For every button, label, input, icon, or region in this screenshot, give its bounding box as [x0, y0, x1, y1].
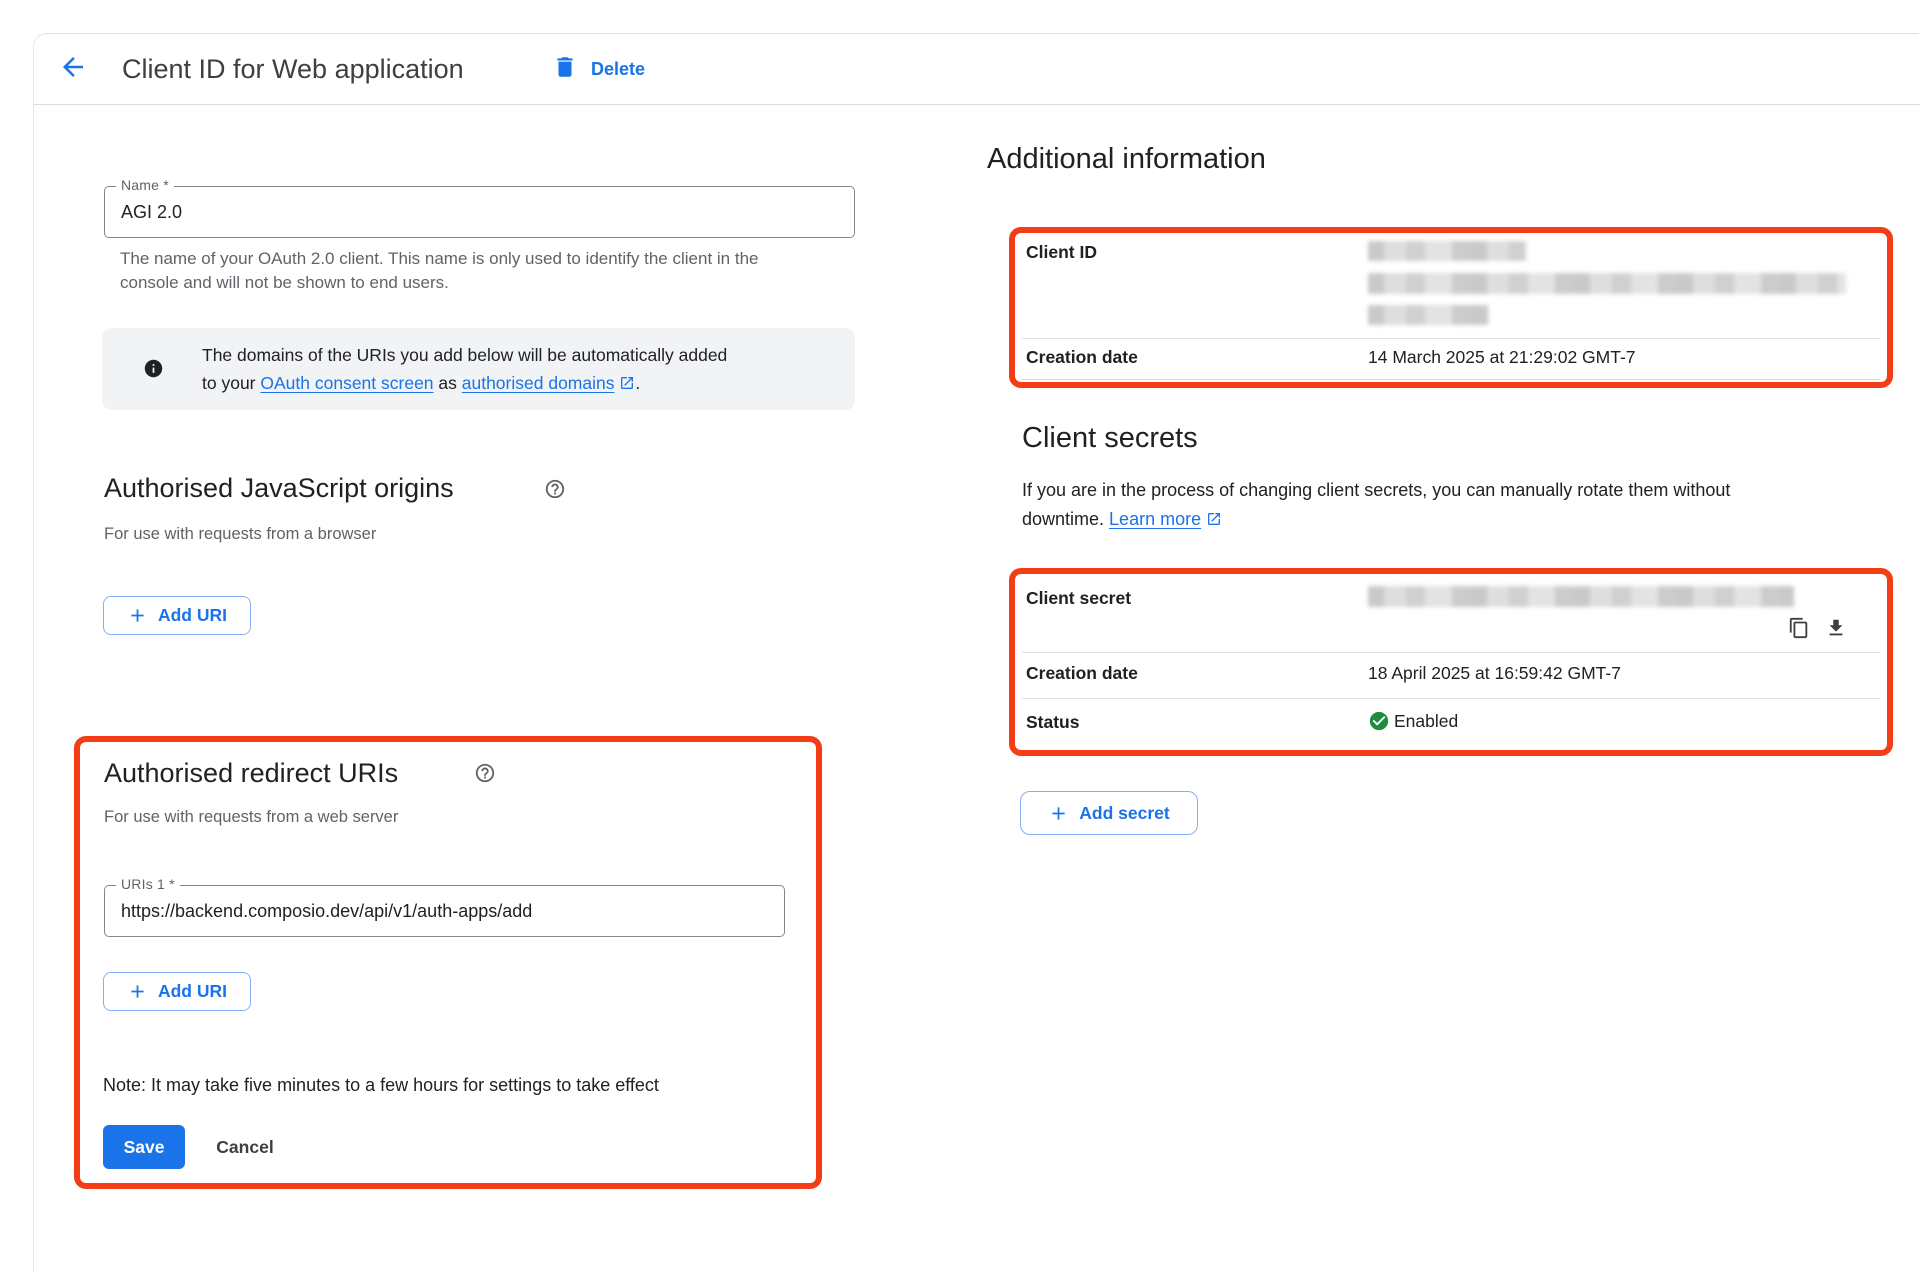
client-id-creation-date-value: 14 March 2025 at 21:29:02 GMT-7 — [1368, 347, 1636, 368]
delete-button-label: Delete — [591, 59, 645, 80]
add-uri-button-label: Add URI — [158, 605, 227, 626]
check-circle-icon — [1368, 710, 1390, 732]
add-secret-button[interactable]: Add secret — [1020, 791, 1198, 835]
settings-note: Note: It may take five minutes to a few … — [103, 1075, 659, 1096]
js-origins-help-icon[interactable] — [544, 478, 566, 505]
page-title: Client ID for Web application — [122, 52, 464, 86]
js-origins-subtitle: For use with requests from a browser — [104, 525, 376, 544]
client-secrets-heading: Client secrets — [1022, 422, 1198, 455]
info-icon — [143, 358, 164, 384]
name-helper-text: The name of your OAuth 2.0 client. This … — [120, 247, 820, 295]
add-uri-button-label: Add URI — [158, 981, 227, 1002]
download-secret-button[interactable] — [1822, 616, 1850, 644]
add-secret-button-label: Add secret — [1079, 803, 1169, 824]
uri-1-field[interactable]: URIs 1 * — [104, 885, 785, 937]
js-origins-heading: Authorised JavaScript origins — [104, 472, 454, 505]
status-value: Enabled — [1394, 711, 1458, 732]
secret-creation-date-value: 18 April 2025 at 16:59:42 GMT-7 — [1368, 663, 1621, 684]
arrow-back-icon — [58, 52, 88, 87]
table-divider — [1022, 652, 1880, 653]
plus-icon — [127, 981, 148, 1002]
delete-button[interactable]: Delete — [552, 50, 645, 88]
client-id-redacted-line-3 — [1368, 305, 1489, 325]
download-icon — [1825, 617, 1847, 644]
secret-creation-date-label: Creation date — [1026, 663, 1138, 684]
copy-secret-button[interactable] — [1785, 616, 1813, 644]
name-field[interactable]: Name * — [104, 186, 855, 238]
table-divider — [1022, 338, 1880, 339]
client-secret-label: Client secret — [1026, 588, 1131, 609]
additional-info-heading: Additional information — [987, 143, 1266, 176]
external-link-icon — [1206, 507, 1222, 536]
uri-1-input[interactable] — [105, 886, 784, 936]
client-id-label: Client ID — [1026, 242, 1097, 263]
back-button[interactable] — [56, 52, 90, 86]
add-uri-button-origins[interactable]: Add URI — [103, 596, 251, 635]
name-input[interactable] — [105, 187, 854, 237]
learn-more-link[interactable]: Learn more — [1109, 509, 1201, 529]
header-divider — [34, 104, 1920, 105]
cancel-button-label: Cancel — [216, 1137, 273, 1158]
client-id-redacted-line-1 — [1368, 241, 1526, 261]
status-label: Status — [1026, 712, 1079, 733]
table-divider — [1022, 379, 1880, 380]
uri-1-field-label: URIs 1 * — [116, 876, 180, 892]
trash-icon — [552, 54, 578, 85]
plus-icon — [127, 605, 148, 626]
cancel-button[interactable]: Cancel — [205, 1125, 285, 1169]
client-secrets-description: If you are in the process of changing cl… — [1022, 476, 1852, 536]
info-banner: The domains of the URIs you add below wi… — [102, 328, 855, 410]
authorised-domains-link[interactable]: authorised domains — [462, 373, 615, 393]
info-banner-text: The domains of the URIs you add below wi… — [202, 341, 850, 399]
save-button-label: Save — [124, 1137, 165, 1158]
client-secret-redacted-value — [1368, 586, 1794, 607]
client-id-creation-date-label: Creation date — [1026, 347, 1138, 368]
name-field-label: Name * — [116, 177, 174, 193]
plus-icon — [1048, 803, 1069, 824]
status-badge: Enabled — [1368, 710, 1458, 732]
redirect-uris-help-icon[interactable] — [474, 762, 496, 789]
redirect-uris-subtitle: For use with requests from a web server — [104, 808, 398, 827]
oauth-consent-screen-link[interactable]: OAuth consent screen — [260, 373, 433, 393]
copy-icon — [1788, 617, 1810, 644]
client-id-redacted-line-2 — [1368, 273, 1846, 294]
external-link-icon — [619, 371, 635, 399]
redirect-uris-heading: Authorised redirect URIs — [104, 757, 398, 790]
add-uri-button-redirects[interactable]: Add URI — [103, 972, 251, 1011]
oauth-client-page: Client ID for Web application Delete Nam… — [0, 0, 1920, 1273]
table-divider — [1022, 698, 1880, 699]
save-button[interactable]: Save — [103, 1125, 185, 1169]
